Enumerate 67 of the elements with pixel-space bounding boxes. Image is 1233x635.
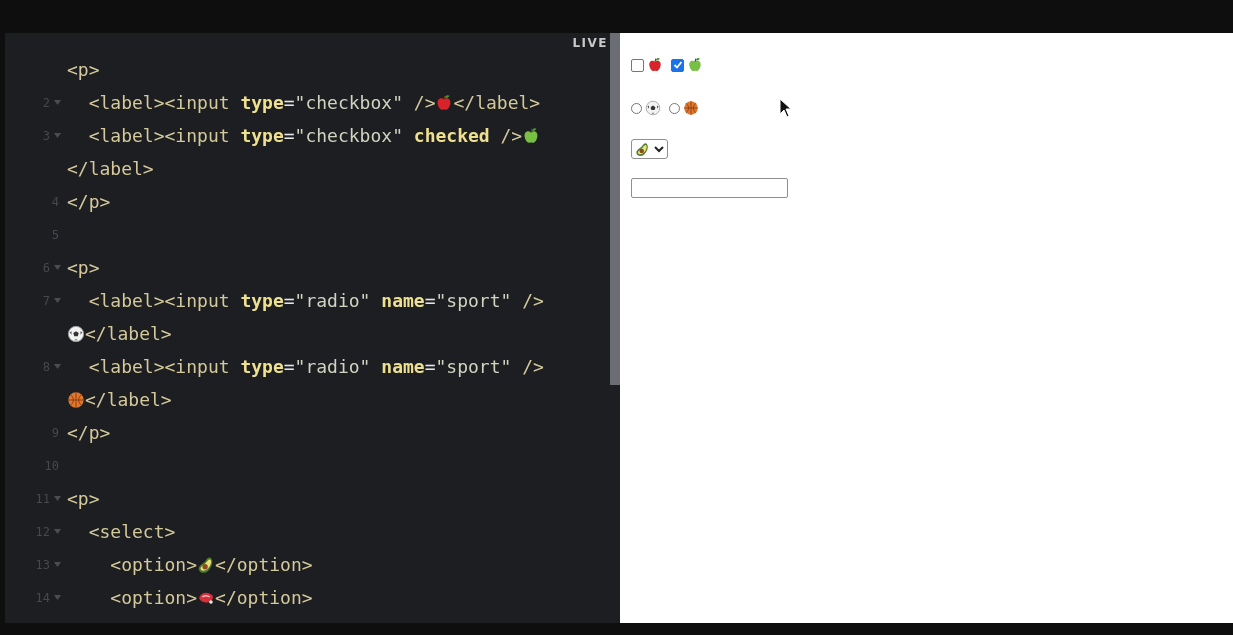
code-token: = bbox=[283, 356, 295, 377]
code-token: <p> bbox=[67, 488, 100, 509]
apple-icon bbox=[687, 57, 703, 73]
checkbox[interactable] bbox=[631, 58, 644, 72]
code-token: <option> bbox=[109, 587, 198, 608]
code-token: </p> bbox=[67, 191, 111, 212]
basketball-icon bbox=[683, 100, 699, 116]
fold-caret-icon[interactable] bbox=[54, 364, 61, 369]
code-token: <p> bbox=[67, 59, 100, 80]
code-token: </label> bbox=[85, 323, 172, 344]
code-token: <label><input bbox=[87, 92, 231, 113]
code-token: "sport" bbox=[435, 356, 512, 377]
code-token: /> bbox=[521, 290, 544, 311]
fold-caret-icon[interactable] bbox=[54, 496, 61, 501]
code-token: /> bbox=[521, 356, 544, 377]
code-token: = bbox=[283, 92, 295, 113]
radio-button[interactable] bbox=[631, 102, 642, 114]
text-input[interactable] bbox=[631, 178, 788, 198]
code-token: = bbox=[283, 125, 295, 146]
fold-caret-icon[interactable] bbox=[54, 100, 61, 105]
fold-caret-icon[interactable] bbox=[54, 595, 61, 600]
code-token: = bbox=[424, 290, 436, 311]
code-token: type bbox=[240, 356, 284, 377]
code-token: /> bbox=[412, 92, 436, 113]
mouse-pointer-icon bbox=[779, 98, 793, 118]
fold-caret-icon[interactable] bbox=[54, 265, 61, 270]
code-token: checked bbox=[412, 125, 490, 146]
chevron-down-icon bbox=[654, 145, 664, 153]
code-token: <p> bbox=[67, 257, 100, 278]
code-token: </p> bbox=[67, 422, 111, 443]
fold-caret-icon[interactable] bbox=[54, 298, 61, 303]
code-token: type bbox=[240, 290, 284, 311]
scrollbar-thumb[interactable] bbox=[610, 33, 620, 385]
code-token: </option> bbox=[215, 587, 313, 608]
code-token: name bbox=[380, 290, 425, 311]
code-token: "checkbox" bbox=[294, 125, 403, 146]
code-token: </option> bbox=[215, 554, 313, 575]
checkbox[interactable] bbox=[671, 58, 684, 72]
avocado-icon bbox=[635, 141, 650, 157]
soccer-ball-icon bbox=[67, 324, 85, 343]
code-token: <label><input bbox=[87, 356, 231, 377]
fold-caret-icon[interactable] bbox=[54, 562, 61, 567]
code-token: "sport" bbox=[435, 290, 512, 311]
fold-caret-icon[interactable] bbox=[54, 133, 61, 138]
code-token: <label><input bbox=[87, 125, 231, 146]
code-token: <option> bbox=[109, 554, 198, 575]
code-token: <label><input bbox=[87, 290, 231, 311]
code-token: type bbox=[240, 125, 284, 146]
emoji-select[interactable] bbox=[631, 139, 668, 159]
live-label: LIVE bbox=[572, 36, 608, 50]
code-token: "checkbox" bbox=[294, 92, 403, 113]
basketball-icon bbox=[67, 390, 85, 409]
soccer-ball-icon bbox=[645, 100, 661, 116]
code-token: </label> bbox=[67, 158, 154, 179]
code-token: "radio" bbox=[294, 290, 371, 311]
code-token: = bbox=[283, 290, 295, 311]
code-token: "radio" bbox=[294, 356, 371, 377]
code-token: </label> bbox=[85, 389, 172, 410]
code-token: = bbox=[424, 356, 436, 377]
code-token: name bbox=[380, 356, 425, 377]
radio-button[interactable] bbox=[669, 102, 680, 114]
code-token: type bbox=[240, 92, 284, 113]
code-token: /> bbox=[499, 125, 523, 146]
code-token: <select> bbox=[87, 521, 176, 542]
apple-icon bbox=[647, 57, 663, 73]
fold-caret-icon[interactable] bbox=[54, 529, 61, 534]
code-token: </label> bbox=[453, 92, 541, 113]
